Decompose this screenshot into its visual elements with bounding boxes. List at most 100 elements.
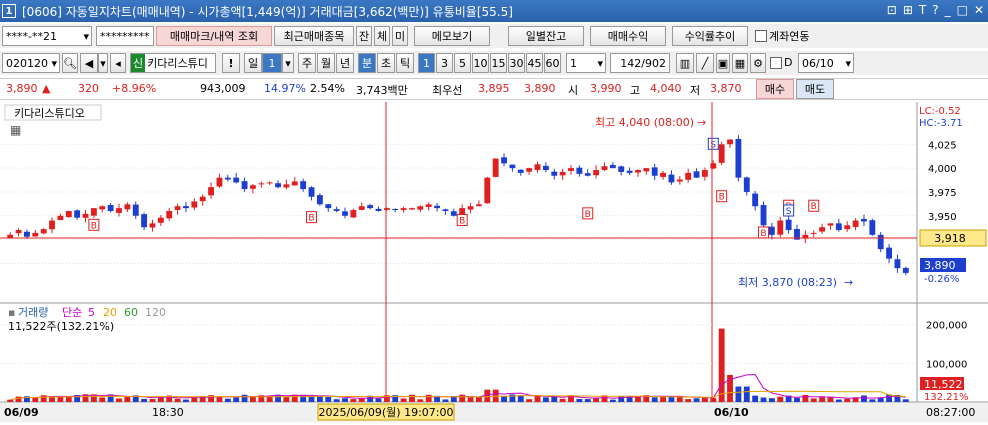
candle-body [559,171,566,176]
candle-style-icon[interactable]: ▥ [676,53,694,73]
maximize-icon[interactable]: □ [957,3,968,17]
volume-bar [584,399,591,402]
trade-mark-label: B [308,214,314,224]
volume-bar [65,396,72,402]
minute-10-button[interactable]: 10 [472,53,489,73]
window-icon[interactable]: ▣ [716,53,730,73]
password-field[interactable]: ********* [96,26,154,46]
price-chart-svg[interactable]: 키다리스튜디오 ▦ LC:-0.52 HC:-3.71 BBBBBBBSBS 최… [0,102,988,422]
candle-body [266,182,273,184]
volume-bar [233,397,240,402]
close-icon[interactable]: ✕ [974,3,984,17]
volume-bar [869,399,876,402]
trade-mark-label: B [459,217,465,227]
layout-icon[interactable]: ⊡ [887,3,897,17]
grid-icon[interactable]: ▦ [732,53,748,73]
period-year-button[interactable]: 년 [336,53,354,73]
period-second-button[interactable]: 초 [377,53,395,73]
volume-bar [333,399,340,402]
text-icon[interactable]: T [919,3,926,17]
period-tick-button[interactable]: 틱 [396,53,414,73]
sound-icon[interactable]: ◀ [80,53,98,73]
minute-15-button[interactable]: 15 [490,53,507,73]
gear-icon[interactable]: ⚙ [750,53,766,73]
memo-button[interactable]: 메모보기 [414,26,490,46]
ma-120: 120 [145,306,166,319]
minute-30-button[interactable]: 30 [508,53,525,73]
recent-trades-button[interactable]: 최근매매종목 [274,26,354,46]
profit-button[interactable]: 매매수익 [590,26,666,46]
balance-button[interactable]: 잔 [356,26,372,46]
volume-bar [149,399,156,402]
volume-bar [40,395,47,402]
candle-body [609,164,616,169]
interval-select[interactable]: 1 ▾ [566,53,606,73]
candle-body [651,167,658,176]
trade-mark-label: S [786,207,792,217]
x-label-day2: 06/10 [714,406,749,419]
search-icon[interactable]: 🔍︎ [62,53,78,73]
link-checkbox[interactable] [755,30,767,42]
volume-bar [15,396,22,402]
chart-area[interactable]: 키다리스튜디오 ▦ LC:-0.52 HC:-3.71 BBBBBBBSBS 최… [0,102,988,422]
alert-button[interactable]: ! [222,53,240,73]
candle-body [216,177,223,187]
volume-bar [174,398,181,402]
minute-60-button[interactable]: 60 [544,53,561,73]
trade-mark-label: S [710,140,716,150]
candle-body [785,219,792,231]
chevron-down-icon[interactable]: ▾ [282,53,294,73]
sound-dropdown-icon[interactable]: ▾ [98,53,108,73]
volume-bar [467,397,474,402]
minute-45-button[interactable]: 45 [526,53,543,73]
draw-tool-icon[interactable]: ╱ [696,53,714,73]
volume-tick-label: 200,000 [926,321,967,332]
code-value: 020120 [6,56,48,70]
period-month-button[interactable]: 월 [317,53,335,73]
buy-button[interactable]: 매수 [756,79,794,99]
unfilled-button[interactable]: 미 [392,26,408,46]
period-day-button[interactable]: 일 [244,53,262,73]
volume-bar [475,396,482,402]
period-value[interactable]: 1 [262,53,282,73]
chevron-down-icon: ▾ [597,56,603,70]
table-icon[interactable]: ▦ [10,123,21,137]
trade-mark-button[interactable]: 매매마크/내역 조회 [156,26,272,46]
candle-body [475,204,482,207]
minute-3-button[interactable]: 3 [436,53,453,73]
minimize-icon[interactable]: _ [945,3,951,17]
toolbar-account: ****-**21 ▾ ********* 매매마크/내역 조회 최근매매종목 잔… [0,24,988,48]
split-icon[interactable]: ⊞ [903,3,913,17]
executed-button[interactable]: 체 [374,26,390,46]
high-annotation: 최고 4,040 (08:00) [595,116,694,129]
help-icon[interactable]: ? [932,3,938,17]
count-field[interactable]: 142/902 [610,53,670,73]
period-week-button[interactable]: 주 [298,53,316,73]
volume-legend: 거래량 [18,306,48,319]
sell-button[interactable]: 매도 [796,79,834,99]
x-label-clock: 08:27:00 [926,406,975,419]
volume-bar [861,395,867,402]
candle-body [409,208,415,210]
quote-ask: 3,895 [478,82,510,95]
price-tick-label: 3,950 [928,212,957,223]
stock-name-field[interactable]: 신 키다리스튜디 [130,53,216,73]
candle-body [132,204,139,216]
code-input[interactable]: 020120 ▾ [2,53,60,73]
minute-1-button[interactable]: 1 [418,53,435,73]
return-trend-button[interactable]: 수익률추이 [672,26,748,46]
date-input[interactable]: 06/10 ▾ [798,53,854,73]
minute-5-button[interactable]: 5 [454,53,471,73]
candle-body [417,206,424,210]
account-select[interactable]: ****-**21 ▾ [2,26,92,46]
date-checkbox[interactable] [770,57,782,69]
period-minute-button[interactable]: 분 [358,53,376,73]
candle-body [635,170,641,173]
ma-label: 단순 [62,306,82,319]
daily-balance-button[interactable]: 일별잔고 [508,26,584,46]
prev-stock-icon[interactable]: ◂ [110,53,126,73]
title-bar: 1 [0606] 자동일지차트(매매내역) - 시가총액[1,449(억)] 거… [0,0,988,22]
quote-change: 320 [78,82,99,95]
candle-body [894,259,901,269]
date-label: D [784,56,793,69]
